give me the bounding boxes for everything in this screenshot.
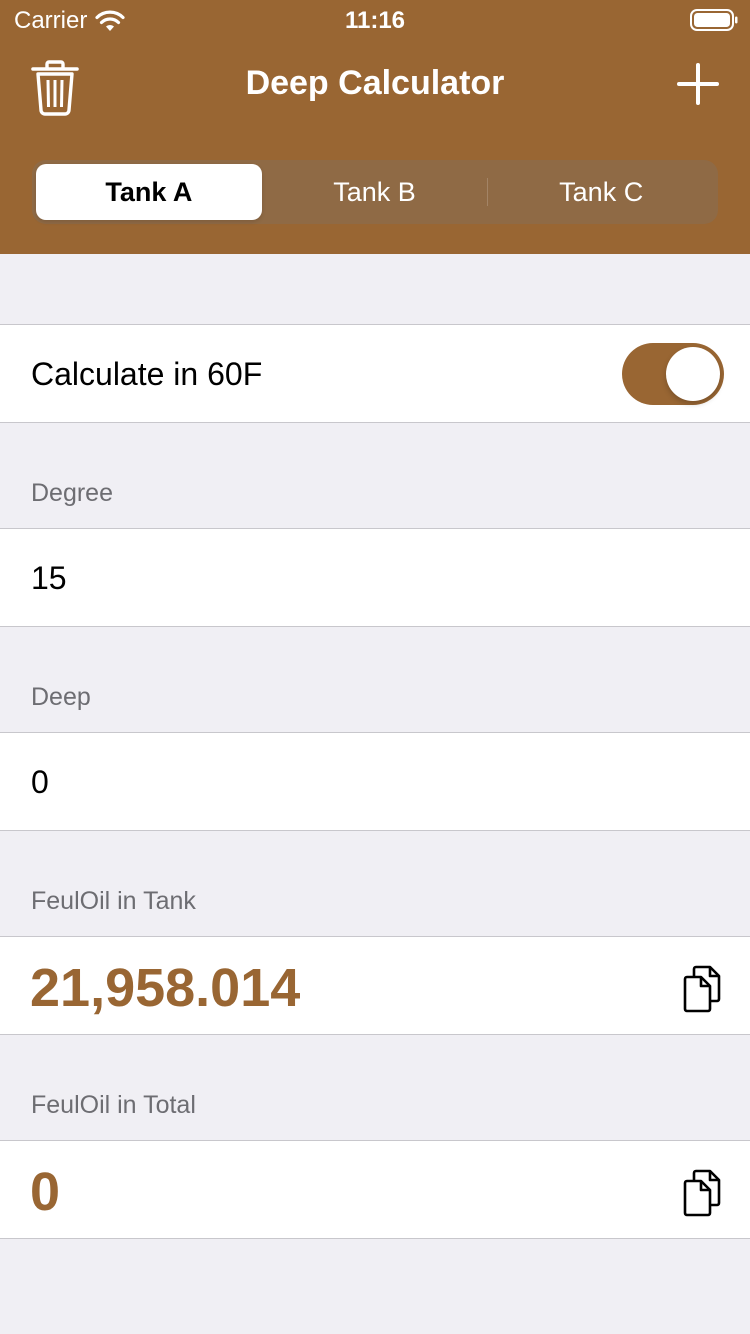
degree-header: Degree bbox=[31, 479, 113, 507]
tank-segmented-control: Tank A Tank B Tank C bbox=[32, 160, 718, 224]
feuloil-tank-row: 21,958.014 bbox=[0, 936, 750, 1035]
tab-tank-c[interactable]: Tank C bbox=[488, 164, 714, 220]
tab-label: Tank A bbox=[105, 176, 193, 207]
degree-row: 15 bbox=[0, 528, 750, 627]
calc-60f-label: Calculate in 60F bbox=[31, 356, 263, 392]
feuloil-tank-header: FeulOil in Tank bbox=[31, 887, 196, 915]
deep-header: Deep bbox=[31, 683, 91, 711]
tab-label: Tank B bbox=[333, 176, 416, 207]
status-bar: Carrier 11:16 bbox=[0, 0, 750, 40]
copy-icon[interactable] bbox=[682, 965, 722, 1013]
calc-60f-row: Calculate in 60F bbox=[0, 324, 750, 423]
page-title: Deep Calculator bbox=[245, 64, 505, 102]
tab-label: Tank C bbox=[559, 176, 644, 207]
tab-tank-a[interactable]: Tank A bbox=[36, 164, 262, 220]
toggle-knob bbox=[666, 347, 720, 401]
status-time: 11:16 bbox=[344, 7, 406, 34]
plus-icon[interactable] bbox=[676, 62, 720, 106]
calc-60f-toggle[interactable] bbox=[622, 343, 724, 405]
navigation-bar: Deep Calculator bbox=[0, 40, 750, 128]
degree-input[interactable]: 15 bbox=[31, 560, 67, 597]
feuloil-total-value: 0 bbox=[30, 1162, 61, 1222]
feuloil-total-row: 0 bbox=[0, 1140, 750, 1239]
battery-icon bbox=[690, 9, 738, 31]
tab-tank-b[interactable]: Tank B bbox=[262, 164, 488, 220]
feuloil-total-header: FeulOil in Total bbox=[31, 1091, 196, 1119]
header-bar: Carrier 11:16 Deep Calculator Tank A Tan… bbox=[0, 0, 750, 254]
deep-row: 0 bbox=[0, 732, 750, 831]
copy-icon[interactable] bbox=[682, 1169, 722, 1217]
feuloil-tank-value: 21,958.014 bbox=[30, 958, 301, 1018]
deep-input[interactable]: 0 bbox=[31, 764, 49, 801]
